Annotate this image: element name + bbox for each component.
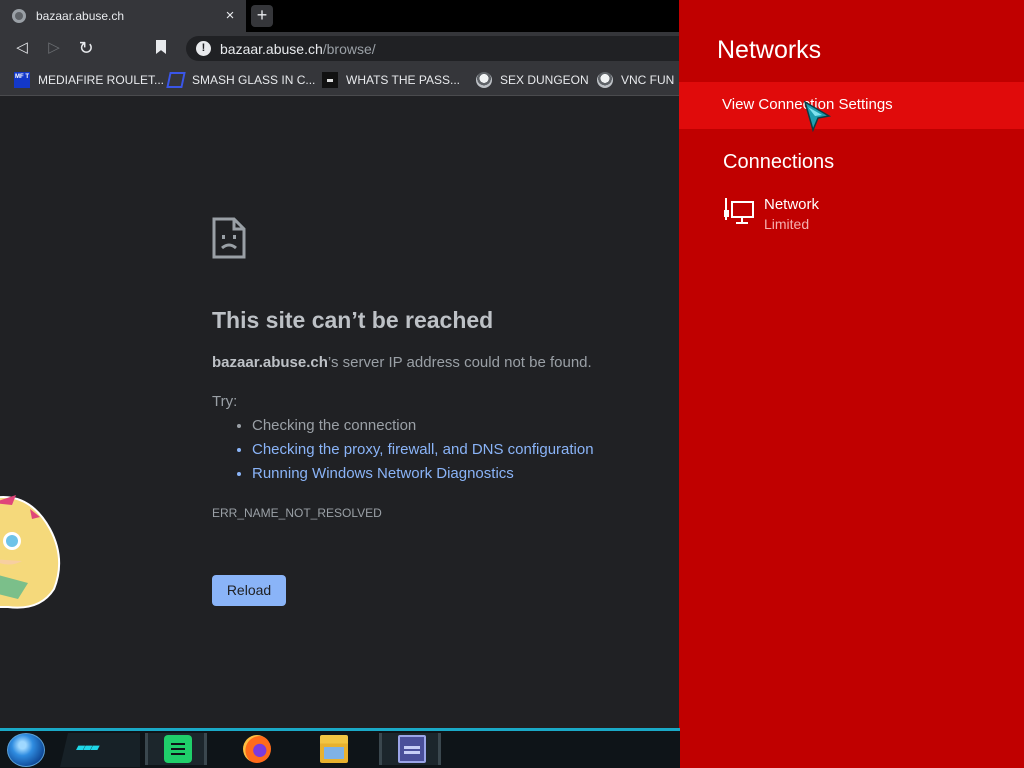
forward-button[interactable]: ▷ xyxy=(42,37,66,59)
taskbar-decoration xyxy=(60,733,140,767)
bookmark-sex-dungeon[interactable]: SEX DUNGEON xyxy=(476,71,589,89)
error-description-text: ’s server IP address could not be found. xyxy=(327,354,592,371)
dungeon-icon xyxy=(476,72,492,88)
tab-strip: bazaar.abuse.ch × + xyxy=(0,0,680,32)
cartoon-sticker-image xyxy=(0,495,61,609)
suggestion-list: Checking the connection Checking the pro… xyxy=(232,417,594,489)
not-secure-icon[interactable]: ! xyxy=(196,41,211,56)
suggestion-check-proxy-link[interactable]: Checking the proxy, firewall, and DNS co… xyxy=(252,441,594,465)
suggestion-network-diagnostics-link[interactable]: Running Windows Network Diagnostics xyxy=(252,465,594,489)
start-button[interactable] xyxy=(7,733,45,767)
bookmark-vnc-fun[interactable]: VNC FUN xyxy=(597,71,674,89)
networks-title: Networks xyxy=(717,36,822,64)
connections-heading: Connections xyxy=(723,151,835,173)
window-app-icon[interactable] xyxy=(398,735,426,763)
bookmark-smash-glass[interactable]: SMASH GLASS IN C... xyxy=(166,71,316,89)
firefox-icon[interactable] xyxy=(243,735,271,763)
bookmark-label: WHATS THE PASS... xyxy=(346,73,461,87)
try-label: Try: xyxy=(212,393,238,410)
view-connection-settings-link[interactable]: View Connection Settings xyxy=(679,82,1024,129)
url-path: /browse/ xyxy=(322,40,376,57)
notes-icon[interactable] xyxy=(164,735,192,763)
connection-network[interactable]: Network Limited xyxy=(723,194,1013,238)
reload-button[interactable]: Reload xyxy=(212,575,286,606)
bookmark-label: SMASH GLASS IN C... xyxy=(192,73,316,87)
bookmark-whats-the-pass[interactable]: WHATS THE PASS... xyxy=(322,71,460,89)
bookmark-label: SEX DUNGEON xyxy=(500,73,589,87)
connection-status: Limited xyxy=(764,216,810,232)
bookmark-mediafire-roulette[interactable]: MF T MEDIAFIRE ROULET... xyxy=(14,71,164,89)
error-host: bazaar.abuse.ch xyxy=(212,354,328,371)
new-tab-button[interactable]: + xyxy=(251,5,273,27)
error-title: This site can’t be reached xyxy=(212,307,494,333)
file-explorer-icon[interactable] xyxy=(320,735,348,763)
reload-icon-button[interactable]: ↻ xyxy=(74,37,98,59)
desktop: bazaar.abuse.ch × + ◁ ▷ ↻ ! bazaar.abuse… xyxy=(0,0,1024,768)
vnc-icon xyxy=(597,72,613,88)
taskbar: ▰▰▰ xyxy=(0,728,680,768)
globe-icon xyxy=(12,9,26,23)
browser-toolbar: ◁ ▷ ↻ ! bazaar.abuse.ch/browse/ xyxy=(0,32,680,64)
sad-document-icon xyxy=(212,217,246,259)
bookmark-label: MEDIAFIRE ROULET... xyxy=(38,73,165,87)
url-host: bazaar.abuse.ch xyxy=(220,40,323,57)
bookmark-icon[interactable] xyxy=(156,40,166,54)
back-button[interactable]: ◁ xyxy=(10,37,34,59)
tab-bazaar[interactable]: bazaar.abuse.ch × xyxy=(0,0,246,32)
connection-name: Network xyxy=(764,196,820,213)
mediafire-icon: MF T xyxy=(14,72,30,88)
error-description: bazaar.abuse.ch’s server IP address coul… xyxy=(212,354,592,371)
networks-flyout: Networks View Connection Settings Connec… xyxy=(679,0,1024,768)
error-code: ERR_NAME_NOT_RESOLVED xyxy=(212,506,382,520)
tab-title: bazaar.abuse.ch xyxy=(36,9,125,23)
taskbar-arrows-icon: ▰▰▰ xyxy=(76,740,100,754)
tab-close-button[interactable]: × xyxy=(220,0,240,32)
wired-network-icon xyxy=(724,198,754,224)
browser-window: bazaar.abuse.ch × + ◁ ▷ ↻ ! bazaar.abuse… xyxy=(0,0,680,728)
error-page: This site can’t be reached bazaar.abuse.… xyxy=(0,97,680,728)
suggestion-check-connection: Checking the connection xyxy=(252,417,594,441)
bookmarks-bar: MF T MEDIAFIRE ROULET... SMASH GLASS IN … xyxy=(0,64,680,96)
address-bar[interactable]: ! bazaar.abuse.ch/browse/ xyxy=(186,36,680,61)
mouse-cursor-icon xyxy=(803,100,832,132)
bookmark-label: VNC FUN xyxy=(621,73,675,87)
password-icon xyxy=(322,72,338,88)
smash-glass-icon xyxy=(166,72,186,88)
